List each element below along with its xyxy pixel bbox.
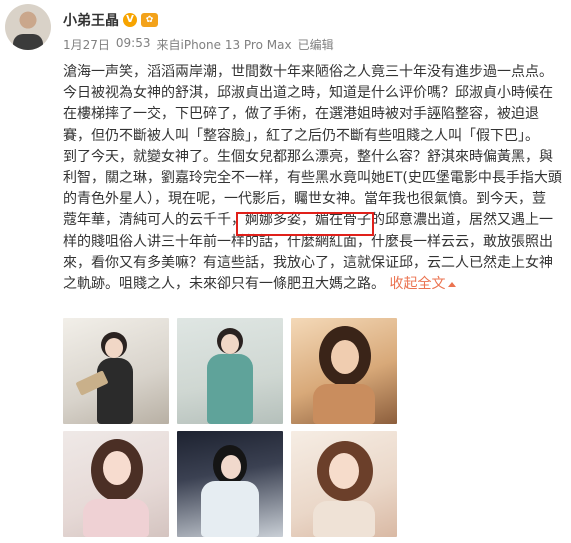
post-photo[interactable]: [291, 431, 397, 537]
post-photo[interactable]: [63, 431, 169, 537]
post-line: 蔻年華，清純可人的云千千，婀娜多姿，媚在骨子的邱意濃出道，居然又遇上一: [63, 212, 553, 229]
post-line: 样的賤咀俗人讲三十年前一样的話，什麼網紅面，什麼長一样云云，敢放張照出: [63, 233, 553, 250]
figure-dress: [97, 358, 133, 424]
post-line: 來，看你又有多美嘛？有這些話，我放心了，這就保证邱，云二人已然走上女神: [63, 254, 553, 271]
post-meta: 1月27日 09:53 来自iPhone 13 Pro Max 已编辑: [63, 36, 334, 53]
figure-face: [221, 334, 239, 354]
user-avatar[interactable]: [5, 4, 51, 50]
figure-face: [221, 455, 241, 479]
chevron-up-icon: [448, 281, 457, 287]
figure-face: [331, 340, 359, 374]
post-line: 滄海一声笑，滔滔兩岸潮，世間数十年来陋俗之人竟三十年没有進步過一点点。: [63, 64, 553, 80]
figure-robe: [201, 481, 259, 537]
post-body: 滄海一声笑，滔滔兩岸潮，世間数十年来陋俗之人竟三十年没有進步過一点点。 今日被视…: [63, 62, 563, 295]
verified-v-icon: V: [123, 13, 137, 27]
figure-shoulders: [313, 384, 375, 424]
post-header: 小弟王晶 V ✿: [63, 10, 158, 30]
post-line: 賽，但仍不斷被人叫「整容臉」，紅了之后仍不斷有些咀賤之人叫「假下巴」。: [63, 127, 539, 144]
post-source: 来自iPhone 13 Pro Max: [156, 38, 292, 52]
user-name-link[interactable]: 小弟王晶: [63, 10, 119, 30]
figure-shoulders: [313, 501, 375, 537]
post-photo[interactable]: [177, 318, 283, 424]
post-line: 的青色外星人），現在呢，一代影后，矚世女神。當年我也很氣憤。到今天，荳: [63, 191, 546, 208]
edited-label[interactable]: 已编辑: [298, 36, 334, 53]
figure-face: [329, 453, 359, 489]
figure-face: [105, 338, 123, 358]
avatar-figure: [13, 34, 43, 50]
post-line: 在樓梯摔了一交，下巴碎了，做了手術，在選港姐時被对手誣陷整容，被迫退: [63, 106, 539, 123]
post-date-link[interactable]: 1月27日: [63, 36, 110, 53]
post-last-line: 之軌跡。咀賤之人，未來卻只有一條肥丑大媽之路。 收起全文: [63, 274, 563, 295]
post-line: 之軌跡。咀賤之人，未來卻只有一條肥丑大媽之路。: [63, 276, 385, 293]
collapse-label: 收起全文: [389, 276, 446, 293]
post-photo[interactable]: [177, 431, 283, 537]
figure-sweater: [83, 499, 149, 537]
post-line: 到了今天，就變女神了。生個女兒都那么漂亮，整什么容？舒淇來時偏黃黑，與: [63, 148, 553, 165]
post-time: 09:53: [115, 36, 151, 50]
figure-face: [103, 451, 131, 485]
post-line: 利智，關之琳，劉嘉玲完全不一样，有些黑水竟叫她ET(史匹堡電影中長手指大頭: [63, 170, 562, 187]
post-photo[interactable]: [63, 318, 169, 424]
post-line: 今日被视為女神的舒淇，邱淑貞出道之時，知道是什么评价嗎？邱淑貞小時候在: [63, 85, 553, 102]
member-badge-icon[interactable]: ✿: [141, 13, 158, 27]
post-photo[interactable]: [291, 318, 397, 424]
figure-robe: [207, 354, 253, 424]
collapse-text-link[interactable]: 收起全文: [389, 276, 457, 293]
